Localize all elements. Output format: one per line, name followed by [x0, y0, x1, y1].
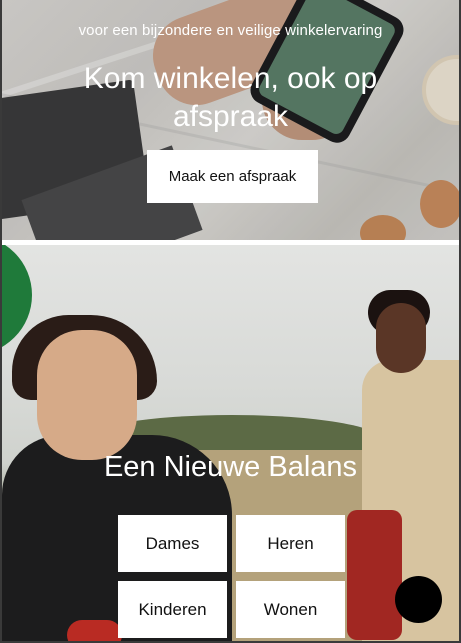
collection-hero: Een Nieuwe Balans Dames Heren Kinderen W… [2, 245, 459, 641]
collection-title: Een Nieuwe Balans [103, 451, 358, 483]
category-dames-button[interactable]: Dames [118, 515, 227, 572]
hero-title: Kom winkelen, ook op afspraak [83, 62, 378, 133]
make-appointment-button[interactable]: Maak een afspraak [147, 150, 318, 203]
category-wonen-button[interactable]: Wonen [236, 581, 345, 638]
appointment-hero: voor een bijzondere en veilige winkelerv… [2, 0, 459, 240]
category-kinderen-button[interactable]: Kinderen [118, 581, 227, 638]
hero-subtitle: voor een bijzondere en veilige winkelerv… [78, 22, 383, 39]
chat-button[interactable] [395, 576, 442, 623]
page-frame: voor een bijzondere en veilige winkelerv… [0, 0, 461, 643]
category-heren-button[interactable]: Heren [236, 515, 345, 572]
